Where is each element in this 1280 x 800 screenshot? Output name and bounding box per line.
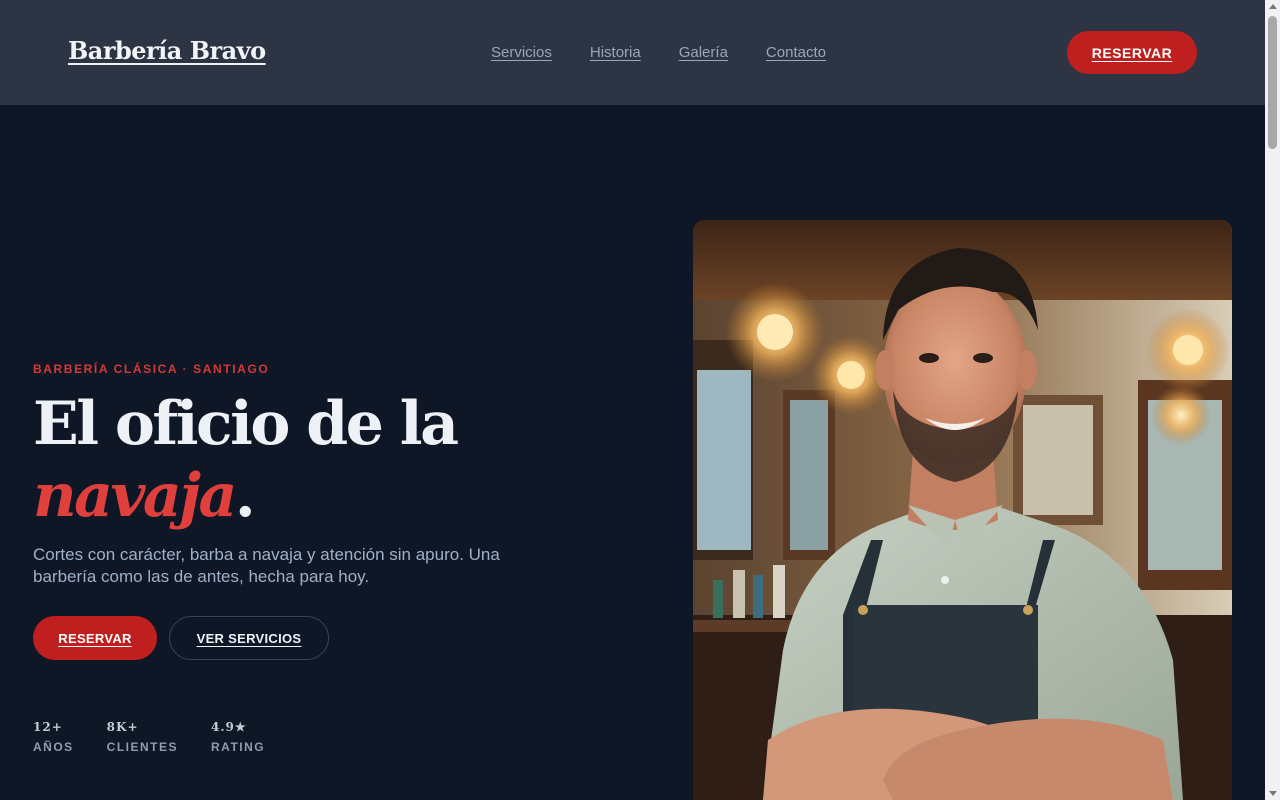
header-reserve-button[interactable]: RESERVAR — [1067, 31, 1197, 74]
nav-link-galeria[interactable]: Galería — [679, 44, 728, 61]
hero-title: El oficio de la navaja. — [33, 388, 459, 532]
hero-title-period: . — [234, 461, 256, 531]
barber-photo — [693, 220, 1232, 800]
page-scrollbar[interactable] — [1265, 0, 1280, 800]
hero-title-accent: navaja — [33, 461, 237, 531]
chevron-down-icon[interactable] — [1269, 791, 1277, 796]
stat-value: 4.9★ — [211, 720, 247, 734]
nav-link-contacto[interactable]: Contacto — [766, 44, 826, 61]
stat-label: RATING — [211, 740, 266, 754]
stat-value: 12+ — [33, 720, 63, 734]
site-header: Barbería Bravo Servicios Historia Galerí… — [0, 0, 1265, 105]
main-nav: Servicios Historia Galería Contacto — [491, 44, 826, 61]
hero-title-line1: El oficio de la — [33, 389, 459, 459]
stat-value: 8K+ — [106, 720, 139, 734]
hero-eyebrow: BARBERÍA CLÁSICA · SANTIAGO — [33, 362, 270, 376]
stat-rating: 4.9★ RATING — [211, 720, 265, 754]
hero-description: Cortes con carácter, barba a navaja y at… — [33, 545, 500, 586]
stat-clients: 8K+ CLIENTES — [107, 720, 178, 754]
logo-link[interactable]: Barbería Bravo — [68, 36, 266, 65]
hero-stats: 12+ AÑOS 8K+ CLIENTES 4.9★ RATING — [33, 720, 265, 754]
chevron-up-icon[interactable] — [1269, 4, 1277, 9]
nav-link-servicios[interactable]: Servicios — [491, 44, 552, 61]
stat-label: CLIENTES — [106, 740, 179, 754]
scrollbar-thumb[interactable] — [1268, 16, 1277, 149]
stat-years: 12+ AÑOS — [33, 720, 74, 754]
nav-link-historia[interactable]: Historia — [590, 44, 641, 61]
hero-reserve-button[interactable]: RESERVAR — [33, 616, 157, 660]
stat-label: AÑOS — [33, 740, 74, 754]
view-services-button[interactable]: VER SERVICIOS — [169, 616, 329, 660]
